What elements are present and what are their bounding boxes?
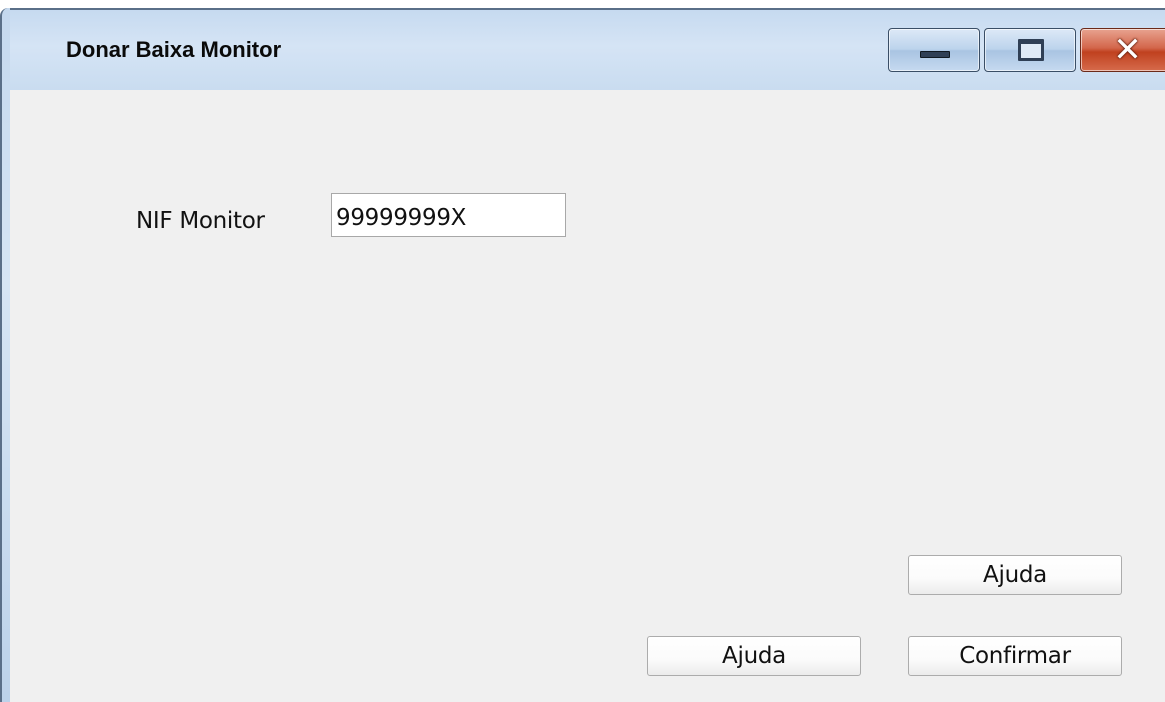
nif-monitor-label: NIF Monitor bbox=[136, 208, 265, 234]
title-bar[interactable]: Donar Baixa Monitor ✕ bbox=[10, 8, 1165, 90]
close-icon: ✕ bbox=[1113, 30, 1142, 70]
nif-monitor-input[interactable] bbox=[331, 193, 566, 237]
maximize-button[interactable] bbox=[984, 28, 1076, 72]
confirm-button[interactable]: Confirmar bbox=[908, 636, 1122, 676]
window-title: Donar Baixa Monitor bbox=[66, 37, 282, 62]
window-frame-left bbox=[0, 8, 10, 702]
help-button-bottom[interactable]: Ajuda bbox=[647, 636, 861, 676]
minimize-button[interactable] bbox=[888, 28, 980, 72]
window-controls: ✕ bbox=[888, 28, 1165, 75]
dialog-window: Donar Baixa Monitor ✕ NIF Monitor Ajuda … bbox=[0, 0, 1165, 702]
help-button-top[interactable]: Ajuda bbox=[908, 555, 1122, 595]
close-button[interactable]: ✕ bbox=[1080, 28, 1165, 72]
dialog-content: NIF Monitor Ajuda Ajuda Confirmar bbox=[10, 90, 1165, 702]
maximize-icon bbox=[1018, 39, 1044, 61]
minimize-icon bbox=[920, 51, 950, 58]
